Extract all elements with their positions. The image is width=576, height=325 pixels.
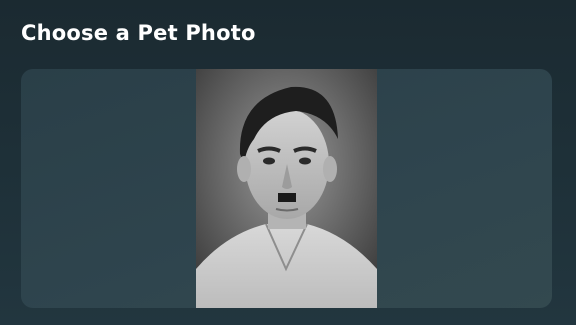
photo-card[interactable] bbox=[21, 69, 552, 308]
photo-chooser-screen: Choose a Pet Photo bbox=[0, 0, 576, 325]
photo-image[interactable] bbox=[196, 69, 377, 308]
page-title: Choose a Pet Photo bbox=[21, 21, 256, 45]
